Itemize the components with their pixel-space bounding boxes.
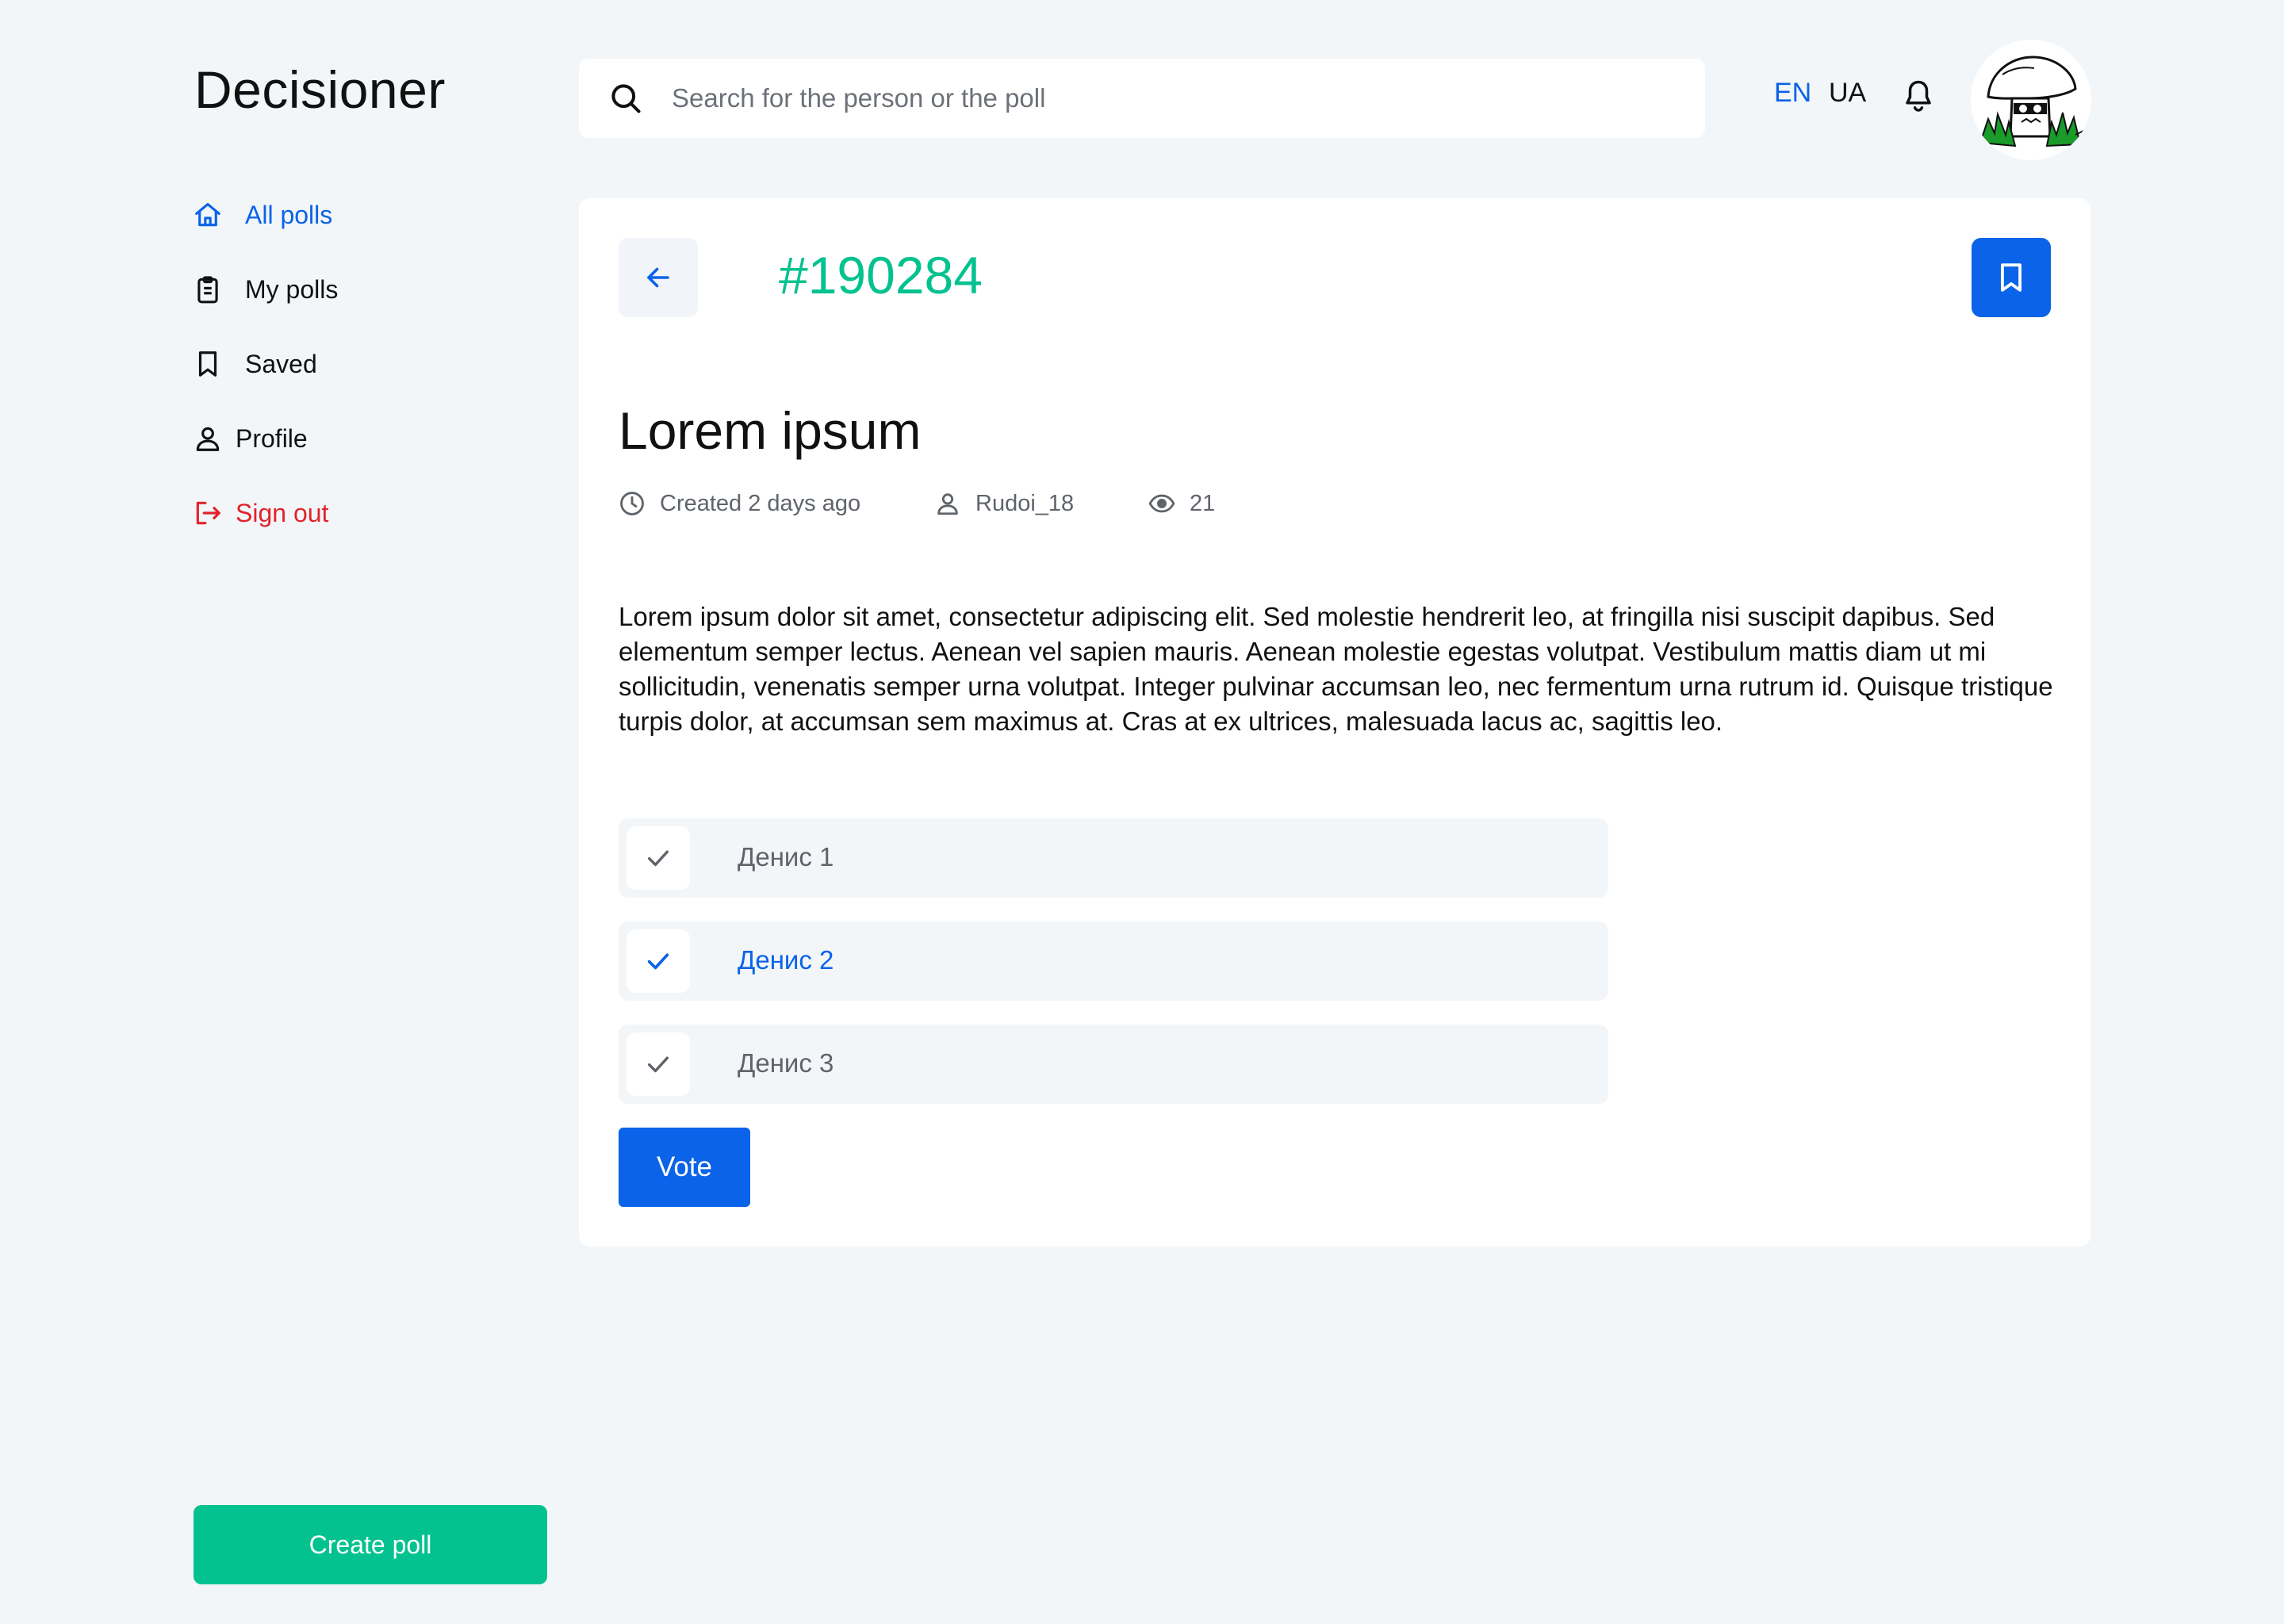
option-label: Денис 1 xyxy=(738,842,834,871)
poll-option-selected[interactable]: Денис 2 xyxy=(619,921,1608,1001)
search-input[interactable]: Search for the person or the poll xyxy=(672,83,1045,113)
sidebar-item-all-polls[interactable]: All polls xyxy=(193,200,332,230)
created-time: Created 2 days ago xyxy=(660,490,861,516)
author-name[interactable]: Rudoi_18 xyxy=(975,492,1074,515)
check-icon xyxy=(647,953,669,970)
bell-icon[interactable] xyxy=(1902,78,1935,114)
vote-button[interactable]: Vote xyxy=(619,1128,750,1207)
poll-title: Lorem ipsum xyxy=(619,401,922,460)
back-button[interactable] xyxy=(619,238,698,317)
save-poll-button[interactable] xyxy=(1972,238,2051,317)
poll-option[interactable]: Денис 1 xyxy=(619,818,1608,898)
created-meta: Created 2 days ago xyxy=(619,490,860,517)
views-meta: 21 xyxy=(1148,490,1215,517)
option-label: Денис 3 xyxy=(738,1048,834,1078)
eye-icon xyxy=(1148,494,1175,513)
author-meta[interactable]: Rudoi_18 xyxy=(934,490,1074,517)
user-icon xyxy=(937,493,958,515)
search-bar[interactable]: Search for the person or the poll xyxy=(579,59,1705,138)
clipboard-icon xyxy=(197,276,218,304)
option-checkbox[interactable] xyxy=(627,826,690,890)
bookmark-icon xyxy=(2001,263,2021,292)
option-checkbox[interactable] xyxy=(627,929,690,993)
arrow-left-icon xyxy=(647,267,669,288)
sidebar-item-label: All polls xyxy=(245,201,333,229)
sidebar-item-profile[interactable]: Profile xyxy=(193,423,308,454)
check-icon xyxy=(647,1056,669,1073)
lang-ua-button[interactable]: UA xyxy=(1829,79,1866,106)
user-avatar[interactable] xyxy=(1971,40,2091,160)
sidebar-item-saved[interactable]: Saved xyxy=(193,349,317,379)
search-icon xyxy=(611,84,641,113)
poll-card: #190284 Lorem ipsum Created 2 days ago R… xyxy=(579,198,2090,1247)
bookmark-icon xyxy=(198,351,217,377)
sidebar-item-sign-out[interactable]: Sign out xyxy=(193,498,328,528)
sidebar-item-label: My polls xyxy=(245,275,339,304)
views-count: 21 xyxy=(1190,490,1216,516)
home-icon xyxy=(195,202,220,227)
lang-en-button[interactable]: EN xyxy=(1774,79,1811,106)
create-poll-button[interactable]: Create poll xyxy=(194,1505,547,1584)
sidebar-item-label: Profile xyxy=(236,424,308,453)
check-icon xyxy=(647,850,669,867)
poll-id: #190284 xyxy=(779,246,983,304)
sidebar-item-my-polls[interactable]: My polls xyxy=(193,274,338,304)
poll-description: Lorem ipsum dolor sit amet, consectetur … xyxy=(619,602,2053,736)
sidebar-item-label: Saved xyxy=(245,350,317,378)
mushroom-avatar-image xyxy=(1971,40,2091,160)
sign-out-icon xyxy=(196,501,220,525)
option-checkbox[interactable] xyxy=(627,1032,690,1096)
poll-option[interactable]: Денис 3 xyxy=(619,1025,1608,1104)
app-logo[interactable]: Decisioner xyxy=(194,63,446,116)
option-label: Денис 2 xyxy=(738,945,834,975)
sidebar-item-label: Sign out xyxy=(236,499,329,527)
clock-icon xyxy=(620,492,644,515)
user-icon xyxy=(196,427,220,451)
